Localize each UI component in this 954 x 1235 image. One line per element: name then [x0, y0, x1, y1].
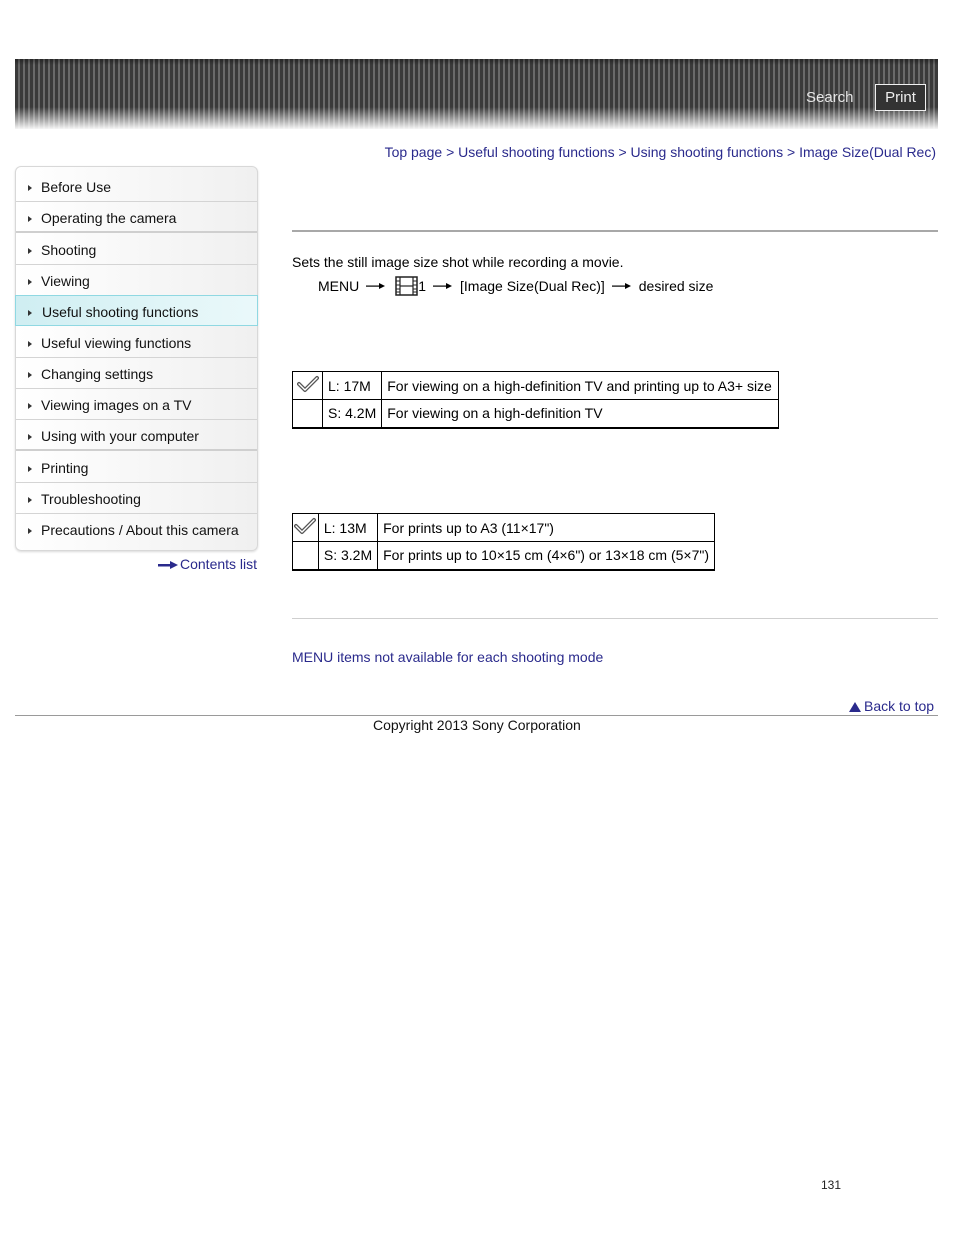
sidebar-item-label: Shooting [41, 242, 97, 258]
movie-film-icon [395, 276, 418, 296]
copyright-text: Copyright 2013 Sony Corporation [373, 717, 581, 733]
sidebar-item-label: Before Use [41, 179, 112, 195]
footer-divider [15, 715, 938, 716]
size-options-table-1: L: 17M For viewing on a high-definition … [292, 371, 779, 429]
sidebar-item-precautions[interactable]: Precautions / About this camera [16, 514, 257, 545]
triangle-right-icon [28, 466, 32, 472]
triangle-right-icon [28, 497, 32, 503]
size-cell: L: 13M [317, 513, 379, 542]
sidebar-item-label: Useful shooting functions [42, 304, 199, 320]
sidebar-item-label: Useful viewing functions [41, 335, 192, 351]
menu-tab-number: 1 [418, 278, 427, 294]
arrow-right-icon [158, 561, 178, 570]
default-cell [292, 541, 319, 571]
size-cell: S: 4.2M [321, 399, 383, 429]
sidebar-item-label: Precautions / About this camera [41, 522, 239, 538]
sidebar-item-label: Viewing [41, 273, 90, 289]
triangle-right-icon [28, 372, 32, 378]
sidebar-item-viewing[interactable]: Viewing [16, 265, 257, 296]
triangle-right-icon [28, 434, 32, 440]
size-cell: S: 3.2M [317, 541, 379, 571]
breadcrumb-separator: > [446, 144, 459, 160]
sidebar-item-viewing-images-on-a-tv[interactable]: Viewing images on a TV [16, 389, 257, 420]
sidebar-item-useful-viewing-functions[interactable]: Useful viewing functions [16, 327, 257, 358]
triangle-right-icon [28, 528, 32, 534]
related-divider [292, 618, 938, 619]
sidebar-item-shooting[interactable]: Shooting [16, 234, 257, 265]
breadcrumb-useful-shooting-functions[interactable]: Useful shooting functions [458, 144, 614, 160]
description-cell: For prints up to A3 (11×17") [377, 513, 715, 542]
print-button[interactable]: Print [875, 84, 926, 111]
sidebar-item-changing-settings[interactable]: Changing settings [16, 358, 257, 389]
sidebar-item-label: Troubleshooting [41, 491, 141, 507]
table-row: S: 3.2M For prints up to 10×15 cm (4×6")… [292, 541, 715, 571]
triangle-up-icon [849, 702, 861, 712]
breadcrumb-top-page[interactable]: Top page [385, 144, 443, 160]
sidebar-item-before-use[interactable]: Before Use [16, 171, 257, 202]
breadcrumb-using-shooting-functions[interactable]: Using shooting functions [631, 144, 784, 160]
page-number: 131 [821, 1178, 842, 1192]
table-row: L: 13M For prints up to A3 (11×17") [292, 513, 715, 542]
size-cell: L: 17M [321, 371, 383, 400]
sidebar-item-label: Viewing images on a TV [41, 397, 192, 413]
arrow-right-icon [433, 283, 453, 289]
sidebar-item-useful-shooting-functions[interactable]: Useful shooting functions [15, 295, 258, 326]
triangle-right-icon [28, 185, 32, 191]
checkmark-icon [296, 376, 319, 392]
description-cell: For prints up to 10×15 cm (4×6") or 13×1… [377, 541, 715, 571]
default-cell [292, 513, 319, 542]
description-cell: For viewing on a high-definition TV and … [381, 371, 779, 400]
back-to-top-link[interactable]: Back to top [849, 698, 934, 714]
contents-list-label: Contents list [180, 556, 258, 572]
table-row: S: 4.2M For viewing on a high-definition… [292, 399, 779, 429]
sidebar-item-label: Operating the camera [41, 210, 177, 226]
arrow-right-icon [611, 283, 631, 289]
sidebar-item-label: Using with your computer [41, 428, 199, 444]
triangle-right-icon [28, 248, 32, 254]
header-bar: Search Print [15, 59, 938, 129]
triangle-right-icon [28, 216, 32, 222]
sidebar-nav: Before Use Operating the camera Shooting… [15, 166, 258, 551]
triangle-right-icon [28, 310, 32, 316]
breadcrumb-image-size-dual-rec[interactable]: Image Size(Dual Rec) [799, 144, 936, 160]
arrow-right-icon [366, 283, 386, 289]
sidebar-item-troubleshooting[interactable]: Troubleshooting [16, 483, 257, 514]
contents-list-link[interactable]: Contents list [158, 556, 257, 572]
breadcrumb: Top page > Useful shooting functions > U… [385, 144, 936, 160]
triangle-right-icon [28, 403, 32, 409]
table-row: L: 17M For viewing on a high-definition … [292, 371, 779, 400]
menu-label: MENU [318, 278, 360, 294]
size-options-table-2: L: 13M For prints up to A3 (11×17") S: 3… [292, 513, 715, 571]
menu-path: MENU 1 [Image Size(Dual Rec)] desired si… [318, 276, 713, 296]
menu-item-label: [Image Size(Dual Rec)] [460, 278, 605, 294]
search-link[interactable]: Search [806, 89, 854, 106]
checkmark-icon [294, 518, 317, 534]
default-cell [292, 399, 323, 429]
description-cell: For viewing on a high-definition TV [381, 399, 779, 429]
sidebar-item-printing[interactable]: Printing [16, 452, 257, 483]
sidebar-item-using-with-your-computer[interactable]: Using with your computer [16, 420, 257, 451]
back-to-top-label: Back to top [864, 698, 935, 714]
sidebar-item-operating-the-camera[interactable]: Operating the camera [16, 202, 257, 233]
title-divider [292, 230, 938, 232]
default-cell [292, 371, 323, 400]
description-text: Sets the still image size shot while rec… [292, 254, 624, 270]
breadcrumb-separator: > [786, 144, 800, 160]
triangle-right-icon [28, 279, 32, 285]
sidebar-item-label: Changing settings [41, 366, 154, 382]
related-topic-link[interactable]: MENU items not available for each shooti… [292, 649, 603, 665]
sidebar-item-label: Printing [41, 460, 89, 476]
breadcrumb-separator: > [618, 144, 631, 160]
triangle-right-icon [28, 341, 32, 347]
menu-final-label: desired size [638, 278, 714, 294]
